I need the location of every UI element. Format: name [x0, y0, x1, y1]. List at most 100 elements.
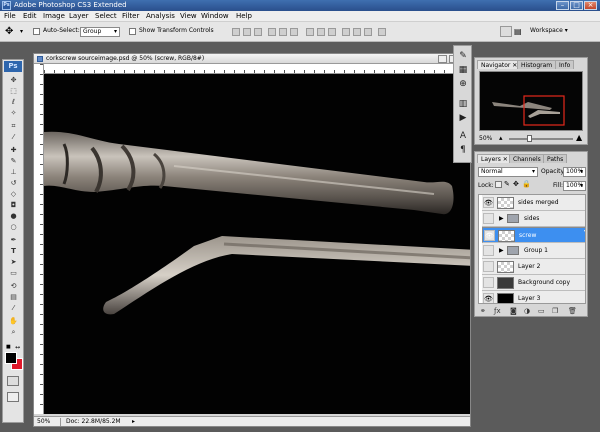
minimize-button[interactable]: –	[556, 1, 569, 10]
layer-visibility-toggle[interactable]	[483, 261, 494, 272]
auto-select-checkbox[interactable]	[33, 28, 40, 35]
menu-analysis[interactable]: Analysis	[146, 12, 175, 20]
3d-rotate-icon[interactable]: ⟲	[7, 282, 20, 290]
clone-stamp-icon[interactable]: ⊥	[7, 168, 20, 176]
move-tool-icon[interactable]: ✥	[5, 26, 13, 37]
auto-align-icon[interactable]	[378, 28, 386, 36]
align-right-icon[interactable]	[290, 28, 298, 36]
tab-layers[interactable]: Layers ✕	[477, 154, 512, 163]
fill-input[interactable]: 100%	[563, 181, 586, 191]
navigator-thumbnail[interactable]	[479, 71, 583, 131]
screen-mode-icon[interactable]	[7, 392, 19, 402]
tool-presets-icon[interactable]: ▦	[457, 64, 469, 76]
lock-transparency-icon[interactable]	[495, 181, 502, 188]
tab-paths[interactable]: Paths	[543, 154, 568, 163]
navigator-zoom[interactable]: 50%	[479, 135, 492, 142]
layer-visibility-toggle[interactable]: 👁	[483, 293, 494, 303]
adjustment-layer-icon[interactable]: ◑	[524, 306, 530, 316]
layer-group-row[interactable]: ▶ sides	[482, 211, 585, 227]
zoom-in-icon[interactable]: ▲	[576, 133, 582, 142]
lock-all-icon[interactable]: 🔒	[522, 180, 531, 188]
menu-edit[interactable]: Edit	[23, 12, 37, 20]
new-layer-icon[interactable]: ❐	[552, 306, 558, 316]
layer-row-selected[interactable]: 👁 screw	[482, 227, 585, 243]
menu-layer[interactable]: Layer	[69, 12, 89, 20]
default-colors-icon[interactable]: ■	[6, 344, 11, 350]
shape-tool-icon[interactable]: ▭	[7, 269, 20, 277]
auto-select-dropdown[interactable]: Group	[80, 27, 120, 37]
expand-arrow-icon[interactable]: ▶	[499, 245, 506, 256]
menu-view[interactable]: View	[180, 12, 197, 20]
notes-tool-icon[interactable]: ▤	[7, 293, 20, 301]
opacity-input[interactable]: 100%	[563, 167, 586, 177]
link-layers-icon[interactable]: ⚭	[480, 306, 486, 316]
tab-histogram[interactable]: Histogram	[517, 60, 557, 69]
align-left-icon[interactable]	[268, 28, 276, 36]
zoom-level[interactable]: 50%	[37, 417, 50, 427]
lasso-tool-icon[interactable]: ℓ	[7, 98, 20, 106]
image-canvas[interactable]	[44, 74, 477, 414]
foreground-color-swatch[interactable]	[5, 352, 17, 364]
healing-brush-icon[interactable]: ✚	[7, 146, 20, 154]
layer-row[interactable]: 👁 sides merged	[482, 195, 585, 211]
marquee-tool-icon[interactable]: ⬚	[7, 87, 20, 95]
tab-info[interactable]: Info	[555, 60, 575, 69]
menu-help[interactable]: Help	[236, 12, 252, 20]
magic-wand-icon[interactable]: ✧	[7, 109, 20, 117]
zoom-slider-handle[interactable]	[527, 135, 532, 142]
show-transform-checkbox[interactable]	[129, 28, 136, 35]
distribute-right-icon[interactable]	[364, 28, 372, 36]
actions-panel-icon[interactable]: ▶	[457, 112, 469, 124]
lock-position-icon[interactable]: ✥	[513, 180, 519, 188]
paint-bucket-icon[interactable]: ◘	[7, 201, 20, 209]
status-arrow-icon[interactable]: ▸	[132, 417, 135, 427]
menu-filter[interactable]: Filter	[122, 12, 139, 20]
layer-visibility-toggle[interactable]	[483, 213, 494, 224]
maximize-button[interactable]: □	[570, 1, 583, 10]
menu-window[interactable]: Window	[201, 12, 229, 20]
menu-select[interactable]: Select	[95, 12, 117, 20]
zoom-tool-icon[interactable]: ⌕	[7, 328, 20, 336]
close-button[interactable]: ×	[584, 1, 597, 10]
layer-row[interactable]: Background copy	[482, 275, 585, 291]
zoom-out-icon[interactable]: ▴	[499, 134, 503, 142]
character-panel-icon[interactable]: A	[457, 130, 469, 142]
eyedropper-sample-icon[interactable]: ⁄	[7, 304, 20, 312]
menu-image[interactable]: Image	[43, 12, 65, 20]
distribute-left-icon[interactable]	[342, 28, 350, 36]
navigator-view-box[interactable]	[523, 95, 565, 126]
clone-source-icon[interactable]: ⊕	[457, 78, 469, 90]
tab-channels[interactable]: Channels	[509, 154, 545, 163]
layer-visibility-toggle[interactable]: 👁	[483, 197, 494, 208]
layer-row[interactable]: Layer 2	[482, 259, 585, 275]
history-brush-icon[interactable]: ↺	[7, 179, 20, 187]
lock-pixels-icon[interactable]: ✎	[504, 180, 510, 188]
align-bottom-icon[interactable]	[254, 28, 262, 36]
brushes-panel-icon[interactable]: ✎	[457, 50, 469, 62]
path-selection-icon[interactable]: ➤	[7, 258, 20, 266]
tab-navigator[interactable]: Navigator ✕	[477, 60, 522, 69]
delete-layer-icon[interactable]: 🗑	[568, 306, 577, 316]
blur-tool-icon[interactable]: ●	[7, 212, 20, 220]
brush-tool-icon[interactable]: ✎	[7, 157, 20, 165]
dodge-tool-icon[interactable]: ○	[7, 223, 20, 231]
swap-colors-icon[interactable]: ↔	[15, 344, 20, 351]
zoom-slider[interactable]	[509, 138, 573, 140]
layer-style-icon[interactable]: ƒx	[494, 306, 501, 316]
align-hcenter-icon[interactable]	[279, 28, 287, 36]
layer-row[interactable]: 👁 Layer 3	[482, 291, 585, 303]
menu-file[interactable]: File	[4, 12, 16, 20]
layer-group-row[interactable]: ▶ Group 1	[482, 243, 585, 259]
expand-arrow-icon[interactable]: ▶	[499, 213, 506, 224]
layer-visibility-toggle[interactable]	[483, 245, 494, 256]
bridge-icon[interactable]	[500, 26, 512, 37]
blend-mode-dropdown[interactable]: Normal	[478, 167, 538, 177]
hand-tool-icon[interactable]: ✋	[7, 317, 20, 325]
pen-tool-icon[interactable]: ✒	[7, 236, 20, 244]
paragraph-panel-icon[interactable]: ¶	[457, 144, 469, 156]
document-tab[interactable]: corkscrew sourceimage.psd @ 50% (screw, …	[34, 54, 470, 64]
move-tool-icon[interactable]: ✥	[7, 76, 20, 84]
quick-mask-icon[interactable]	[7, 376, 19, 386]
distribute-top-icon[interactable]	[306, 28, 314, 36]
new-group-icon[interactable]: ▭	[538, 306, 545, 316]
